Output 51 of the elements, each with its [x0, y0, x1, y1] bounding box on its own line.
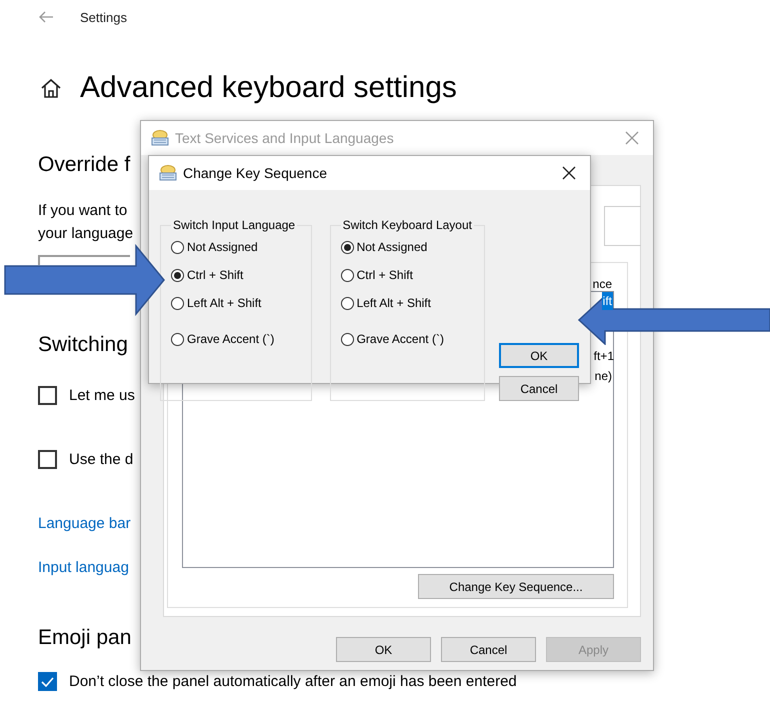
checkbox[interactable]	[38, 450, 57, 469]
text-field[interactable]	[604, 206, 641, 246]
radio-label: Ctrl + Shift	[356, 268, 413, 282]
dialog-button[interactable]: Cancel	[499, 376, 579, 401]
checkbox-label: Let me us	[69, 387, 135, 404]
radio-button[interactable]	[340, 268, 354, 282]
dialog-button[interactable]: Cancel	[441, 637, 536, 662]
radio-label: Left Alt + Shift	[187, 296, 262, 310]
group-label: Switch Input Language	[172, 218, 296, 232]
section-heading: Override f	[38, 153, 130, 178]
checkbox[interactable]	[38, 672, 57, 691]
home-icon	[40, 78, 62, 98]
radio-label: Left Alt + Shift	[356, 296, 431, 310]
back-arrow-icon[interactable]	[38, 11, 54, 23]
radio-button[interactable]	[340, 240, 354, 254]
radio-button[interactable]	[171, 240, 184, 254]
list-item-text: ift	[602, 292, 613, 310]
checkmark-icon	[41, 676, 54, 686]
radio-label: Grave Accent (`)	[187, 332, 274, 346]
dialog-button[interactable]: OK	[499, 343, 579, 368]
radio-button[interactable]	[171, 296, 184, 310]
app-title: Settings	[80, 10, 127, 24]
dialog-title: Change Key Sequence	[183, 165, 328, 181]
checkbox[interactable]	[38, 386, 57, 405]
description-text: If you want to your language	[38, 201, 134, 244]
section-heading: Emoji pan	[38, 626, 132, 651]
keyboard-icon	[159, 164, 177, 182]
change-key-sequence-button[interactable]: Change Key Sequence...	[418, 574, 614, 599]
radio-button[interactable]	[340, 332, 354, 346]
radio-button[interactable]	[171, 268, 184, 282]
settings-link[interactable]: Input languag	[38, 559, 129, 576]
list-item-text: ne)	[594, 368, 613, 385]
close-icon	[625, 131, 639, 145]
group-label: Switch Keyboard Layout	[342, 218, 473, 232]
keyboard-icon	[151, 129, 169, 147]
settings-link[interactable]: Language bar	[38, 515, 131, 532]
radio-label: Ctrl + Shift	[187, 268, 244, 282]
list-item-text: ft+1	[592, 348, 615, 365]
close-icon	[562, 166, 576, 180]
section-heading: Switching	[38, 333, 128, 358]
list-item-text: nce	[592, 276, 613, 293]
radio-label: Not Assigned	[187, 240, 258, 254]
page-title: Advanced keyboard settings	[80, 71, 457, 105]
radio-button[interactable]	[171, 332, 184, 346]
radio-label: Not Assigned	[356, 240, 428, 254]
dialog-title: Text Services and Input Languages	[175, 130, 395, 146]
checkbox-label: Don’t close the panel automatically after an emoji has been entered	[69, 673, 517, 690]
radio-button[interactable]	[340, 296, 354, 310]
dialog-button[interactable]: OK	[336, 637, 431, 662]
checkbox-label: Use the d	[69, 451, 134, 468]
radio-label: Grave Accent (`)	[356, 332, 444, 346]
